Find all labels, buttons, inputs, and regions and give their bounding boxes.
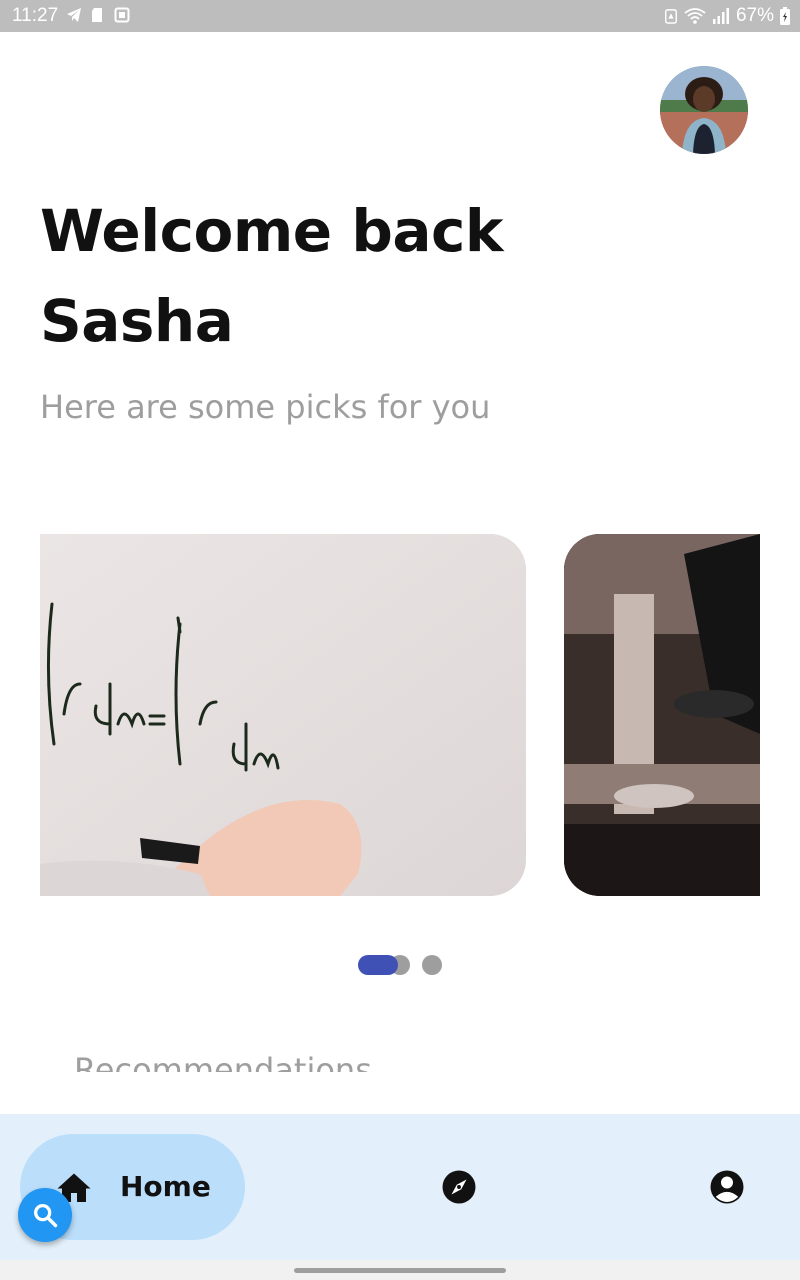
avatar[interactable]: [660, 66, 748, 154]
gesture-handle[interactable]: [294, 1268, 506, 1273]
status-bar: 11:27 67%: [0, 0, 800, 32]
welcome-subtitle: Here are some picks for you: [40, 388, 491, 426]
carousel-indicator: [358, 955, 458, 975]
search-fab-button[interactable]: [18, 1188, 72, 1242]
sd-card-icon: [92, 8, 102, 22]
data-saver-icon: [665, 9, 677, 24]
gesture-bar: [0, 1260, 800, 1280]
battery-icon: [780, 7, 790, 25]
carousel-dot[interactable]: [422, 955, 442, 975]
wifi-icon: [684, 8, 706, 24]
explore-icon[interactable]: [441, 1169, 477, 1205]
status-time: 11:27: [12, 5, 59, 26]
search-icon: [34, 1204, 58, 1228]
profile-icon[interactable]: [709, 1169, 745, 1205]
status-left-icons: [66, 6, 130, 24]
carousel-card-whiteboard[interactable]: [40, 534, 526, 896]
carousel-card-microscope[interactable]: [564, 534, 760, 896]
battery-percent: 67%: [735, 5, 774, 26]
telegram-icon: [67, 8, 81, 22]
whiteboard-image: [40, 534, 526, 896]
section-title: Recommendations: [74, 1051, 372, 1072]
microscope-image: [564, 534, 760, 896]
status-right-icons: 67%: [664, 5, 790, 27]
section-title-container: Recommendations: [74, 1050, 474, 1072]
avatar-photo: [660, 66, 748, 154]
nav-home-label: Home: [120, 1170, 211, 1203]
signal-icon: [712, 8, 729, 24]
bottom-navigation: Home: [0, 1114, 800, 1260]
carousel-dot-active[interactable]: [358, 955, 398, 975]
screenshot-icon: [114, 7, 130, 23]
welcome-heading: Welcome back Sasha: [40, 197, 503, 355]
